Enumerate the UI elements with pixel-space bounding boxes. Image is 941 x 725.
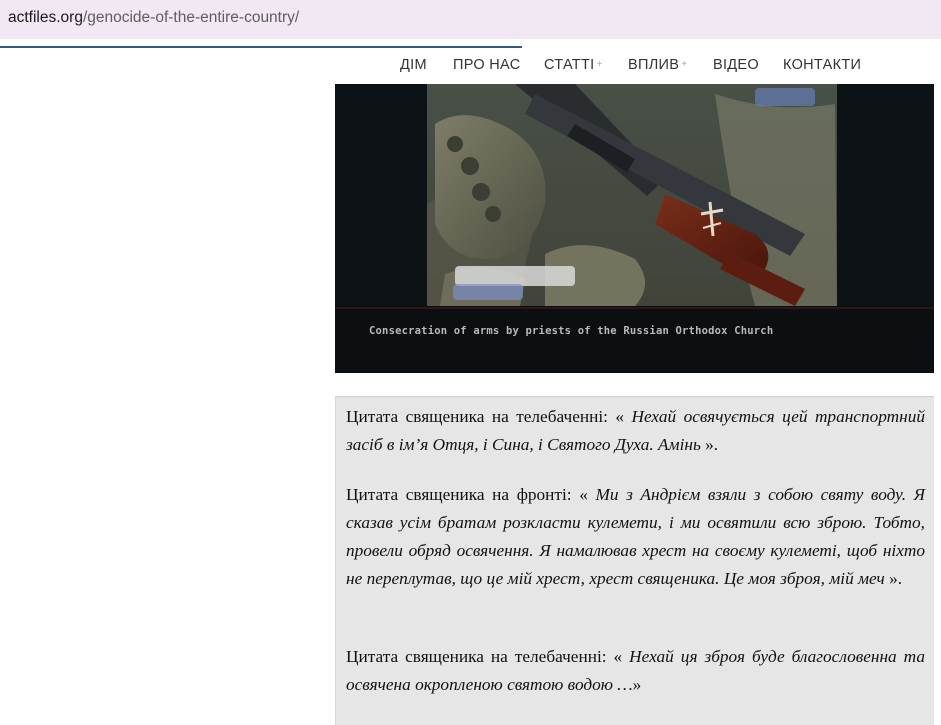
- image-caption: Consecration of arms by priests of the R…: [369, 325, 774, 337]
- nav-item-label: СТАТТІ: [544, 57, 595, 73]
- quote-intro: Цитата священика на телебаченні: «: [346, 407, 625, 426]
- nav-item-influence[interactable]: ВПЛИВ +: [628, 57, 687, 73]
- url-host: actfiles.org: [8, 9, 83, 26]
- nav-item-label: ВПЛИВ: [628, 57, 680, 73]
- quote-paragraph: Цитата священика на телебаченні: « Нехай…: [346, 403, 925, 459]
- nav-item-label: ПРО НАС: [453, 57, 521, 73]
- article-image: Consecration of arms by priests of the R…: [335, 84, 934, 373]
- quote-paragraph: Цитата священика на телебаченні: « Нехай…: [346, 643, 925, 699]
- url-path: /genocide-of-the-entire-country/: [82, 9, 300, 26]
- quote-intro: Цитата священика на фронті: «: [346, 485, 588, 504]
- url-text[interactable]: actfiles.org/genocide-of-the-entire-coun…: [8, 9, 299, 27]
- nav-item-video[interactable]: ВІДЕО: [713, 57, 759, 73]
- submenu-plus-icon: +: [681, 59, 688, 70]
- quote-paragraph: Цитата священика на фронті: « Ми з Андрі…: [346, 481, 925, 593]
- quote-intro: Цитата священика на телебаченні: «: [346, 647, 623, 666]
- quote-outro: ».: [884, 569, 903, 588]
- nav-item-label: ВІДЕО: [713, 57, 759, 73]
- quote-box: Цитата священика на телебаченні: « Нехай…: [335, 396, 934, 725]
- quote-outro: »: [632, 675, 642, 694]
- nav-item-about[interactable]: ПРО НАС: [453, 57, 520, 73]
- quote-outro: ».: [700, 435, 719, 454]
- nav-item-label: КОНТАКТИ: [783, 57, 862, 73]
- toolbar-gap: [0, 39, 941, 45]
- browser-address-bar[interactable]: actfiles.org/genocide-of-the-entire-coun…: [0, 0, 941, 39]
- nav-item-articles[interactable]: СТАТТІ +: [544, 57, 603, 73]
- nav-item-home[interactable]: ДІМ: [400, 57, 427, 73]
- nav-item-contacts[interactable]: КОНТАКТИ: [783, 57, 861, 73]
- nav-item-label: ДІМ: [400, 57, 427, 73]
- submenu-plus-icon: +: [596, 59, 603, 70]
- site-nav: ДІМ ПРО НАС СТАТТІ + ВПЛИВ + ВІДЕО КОНТАКТ…: [0, 48, 941, 84]
